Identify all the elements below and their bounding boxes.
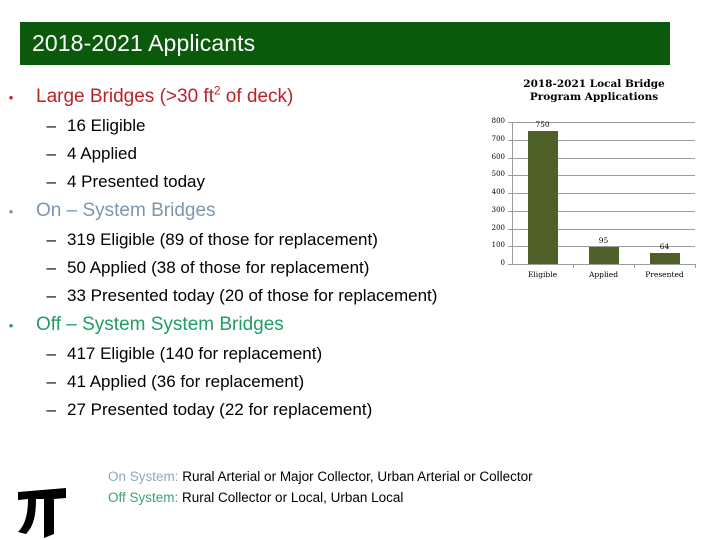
bullet-level1-label: Large Bridges (>30 ft2 of deck) xyxy=(22,82,293,111)
bullet-level2-label: 319 Eligible (89 of those for replacemen… xyxy=(67,230,378,249)
chart-gridline xyxy=(512,264,695,265)
y-axis-label: 800 xyxy=(491,117,505,125)
bullet-level1-label-tail: of deck) xyxy=(220,86,294,107)
bullet-marker-icon: • xyxy=(8,204,14,219)
x-axis-category-label: Presented xyxy=(645,270,684,279)
dash-marker-icon: – xyxy=(46,258,56,277)
dash-marker-icon: – xyxy=(46,230,56,249)
bullet-level1-label: Off – System System Bridges xyxy=(36,314,284,335)
dash-marker-icon: – xyxy=(46,400,56,419)
bullet-level1: • Large Bridges (>30 ft2 of deck) xyxy=(0,82,560,112)
chart-bar-value-label: 95 xyxy=(598,236,609,246)
footer-line-on-system: On System: Rural Arterial or Major Colle… xyxy=(108,466,533,487)
on-system-text: Rural Arterial or Major Collector, Urban… xyxy=(178,469,533,484)
chart-title-line2: Program Applications xyxy=(529,91,659,103)
y-axis-label: 100 xyxy=(491,241,505,250)
bullet-level2-label: 50 Applied (38 of those for replacement) xyxy=(67,258,370,277)
bullet-level2-label: 417 Eligible (140 for replacement) xyxy=(67,344,323,363)
bullet-level2: – 4 Presented today xyxy=(0,168,560,196)
bullet-level2-label: 27 Presented today (22 for replacement) xyxy=(67,400,373,419)
bullet-marker-icon: • xyxy=(8,90,14,105)
bullet-level1-label-main: Large Bridges (>30 ft xyxy=(36,86,214,107)
chart-bar-value-label: 64 xyxy=(659,241,670,251)
dash-marker-icon: – xyxy=(46,116,56,135)
bullet-level2: – 319 Eligible (89 of those for replacem… xyxy=(0,226,560,254)
bullet-level2: – 4 Applied xyxy=(0,140,560,168)
chart-bar xyxy=(588,247,619,264)
footer-legend: On System: Rural Arterial or Major Colle… xyxy=(108,466,533,508)
chart-bar-value-label: 750 xyxy=(535,119,550,129)
off-system-label: Off System: xyxy=(108,490,179,505)
bullet-level1: • On – System Bridges xyxy=(0,196,560,226)
bullet-level2-label: 4 Applied xyxy=(67,144,137,163)
dash-marker-icon: – xyxy=(46,172,56,191)
bullet-level2: – 50 Applied (38 of those for replacemen… xyxy=(0,254,560,282)
bullet-level2-label: 41 Applied (36 for replacement) xyxy=(67,372,305,391)
bullet-level2: – 33 Presented today (20 of those for re… xyxy=(0,282,560,310)
bullet-level1-label: On – System Bridges xyxy=(36,200,216,221)
bullet-level1: • Off – System System Bridges xyxy=(0,310,560,340)
x-axis-tick xyxy=(573,264,574,268)
chart-title: 2018-2021 Local Bridge Program Applicati… xyxy=(494,78,694,104)
txdot-pi-logo xyxy=(16,482,68,540)
bullet-level2: – 41 Applied (36 for replacement) xyxy=(0,368,560,396)
y-axis-line xyxy=(512,122,513,264)
x-axis-tick xyxy=(695,264,696,268)
off-system-text: Rural Collector or Local, Urban Local xyxy=(178,490,404,505)
dash-marker-icon: – xyxy=(46,144,56,163)
bullet-level2: – 417 Eligible (140 for replacement) xyxy=(0,340,560,368)
x-axis-category-label: Applied xyxy=(588,270,619,279)
chart-bar xyxy=(649,252,680,264)
bullet-level2-label: 4 Presented today xyxy=(67,172,205,191)
bullet-group-on-system: • On – System Bridges – 319 Eligible (89… xyxy=(0,196,560,310)
y-axis-label: 700 xyxy=(491,134,505,143)
dash-marker-icon: – xyxy=(46,372,56,391)
y-axis-label: 0 xyxy=(500,259,505,267)
pi-logo-icon xyxy=(18,488,66,538)
y-axis-label: 400 xyxy=(491,188,505,196)
bullet-content: • Large Bridges (>30 ft2 of deck) – 16 E… xyxy=(0,82,560,424)
chart-plot-area: 800 700 600 500 400 300 200 100 0 750 Eligible 95 Ap… xyxy=(484,117,712,290)
bullet-level2: – 27 Presented today (22 for replacement… xyxy=(0,396,560,424)
slide-title-bar: 2018-2021 Applicants xyxy=(20,22,670,65)
footer-line-off-system: Off System: Rural Collector or Local, Ur… xyxy=(108,487,533,508)
y-axis-label: 200 xyxy=(491,223,505,232)
x-axis-category-label: Eligible xyxy=(527,270,558,279)
bar-chart: 2018-2021 Local Bridge Program Applicati… xyxy=(484,78,712,293)
page-title: 2018-2021 Applicants xyxy=(32,30,256,56)
bullet-level2-label: 16 Eligible xyxy=(67,116,146,135)
bullet-level2: – 16 Eligible xyxy=(0,112,560,140)
x-axis-tick xyxy=(634,264,635,268)
bullet-group-off-system: • Off – System System Bridges – 417 Elig… xyxy=(0,310,560,424)
y-axis-label: 500 xyxy=(491,170,505,179)
y-axis-tick xyxy=(508,264,512,265)
dash-marker-icon: – xyxy=(46,286,56,305)
on-system-label: On System: xyxy=(108,469,179,484)
bullet-level2-label: 33 Presented today (20 of those for repl… xyxy=(67,286,438,305)
bullet-marker-icon: • xyxy=(8,318,14,333)
y-axis-label: 600 xyxy=(491,152,505,161)
chart-title-line1: 2018-2021 Local Bridge xyxy=(523,78,665,90)
y-axis-label: 300 xyxy=(491,205,505,214)
bullet-group-large-bridges: • Large Bridges (>30 ft2 of deck) – 16 E… xyxy=(0,82,560,196)
dash-marker-icon: – xyxy=(46,344,56,363)
chart-bar xyxy=(527,130,558,264)
